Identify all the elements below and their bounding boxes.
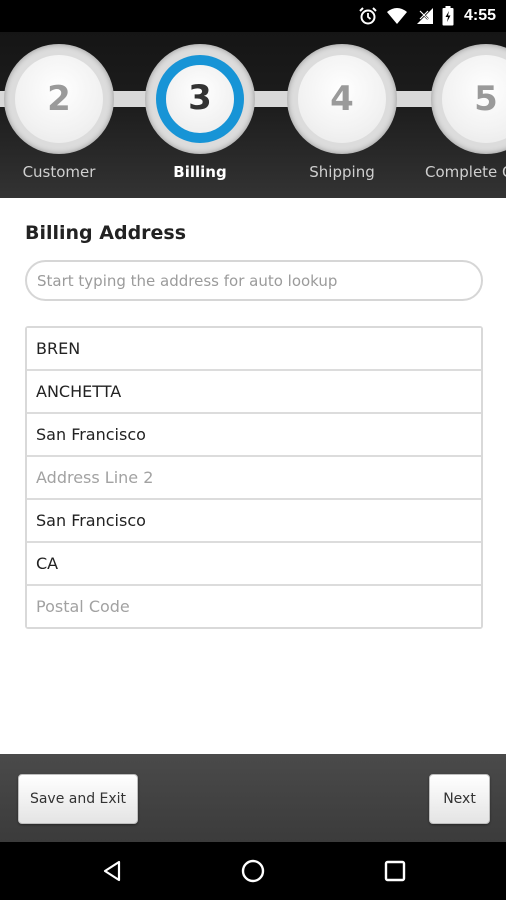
step-label-complete-order: Complete Or <box>425 163 506 181</box>
battery-icon <box>442 6 454 26</box>
next-button[interactable]: Next <box>429 774 490 824</box>
billing-form: Billing Address <box>0 198 506 754</box>
status-bar: 4:55 <box>0 0 506 32</box>
back-icon <box>103 860 121 882</box>
status-icons: 4:55 <box>358 0 496 32</box>
step-complete-order[interactable]: 5 <box>431 44 506 154</box>
wifi-icon <box>386 8 407 24</box>
step-number: 5 <box>474 79 498 119</box>
address-lookup-input[interactable] <box>25 260 483 301</box>
step-number: 2 <box>47 79 71 119</box>
step-label-customer: Customer <box>22 163 96 181</box>
no-signal-icon <box>416 8 433 24</box>
last-name-field[interactable] <box>27 371 481 414</box>
save-and-exit-button[interactable]: Save and Exit <box>18 774 138 824</box>
checkout-stepper: 2 3 4 5 Customer Billing Shipping Comple… <box>0 32 506 198</box>
step-billing[interactable]: 3 <box>145 44 255 154</box>
alarm-icon <box>359 7 377 25</box>
home-icon <box>241 859 265 883</box>
first-name-field[interactable] <box>27 328 481 371</box>
step-shipping[interactable]: 4 <box>287 44 397 154</box>
address-line-2-field[interactable] <box>27 457 481 500</box>
recents-button[interactable] <box>379 855 411 887</box>
action-bar: Save and Exit Next <box>0 754 506 842</box>
recents-icon <box>384 860 406 882</box>
system-nav-bar <box>0 842 506 900</box>
step-label-shipping: Shipping <box>309 163 375 181</box>
home-button[interactable] <box>237 855 269 887</box>
step-customer[interactable]: 2 <box>4 44 114 154</box>
address-line-1-field[interactable] <box>27 414 481 457</box>
step-label-billing: Billing <box>173 163 227 181</box>
section-title: Billing Address <box>25 222 187 244</box>
back-button[interactable] <box>96 855 128 887</box>
address-fields <box>25 326 483 629</box>
postal-code-field[interactable] <box>27 586 481 627</box>
status-time: 4:55 <box>463 7 496 24</box>
step-number: 4 <box>330 79 354 119</box>
step-number: 3 <box>188 78 212 118</box>
state-field[interactable] <box>27 543 481 586</box>
city-field[interactable] <box>27 500 481 543</box>
